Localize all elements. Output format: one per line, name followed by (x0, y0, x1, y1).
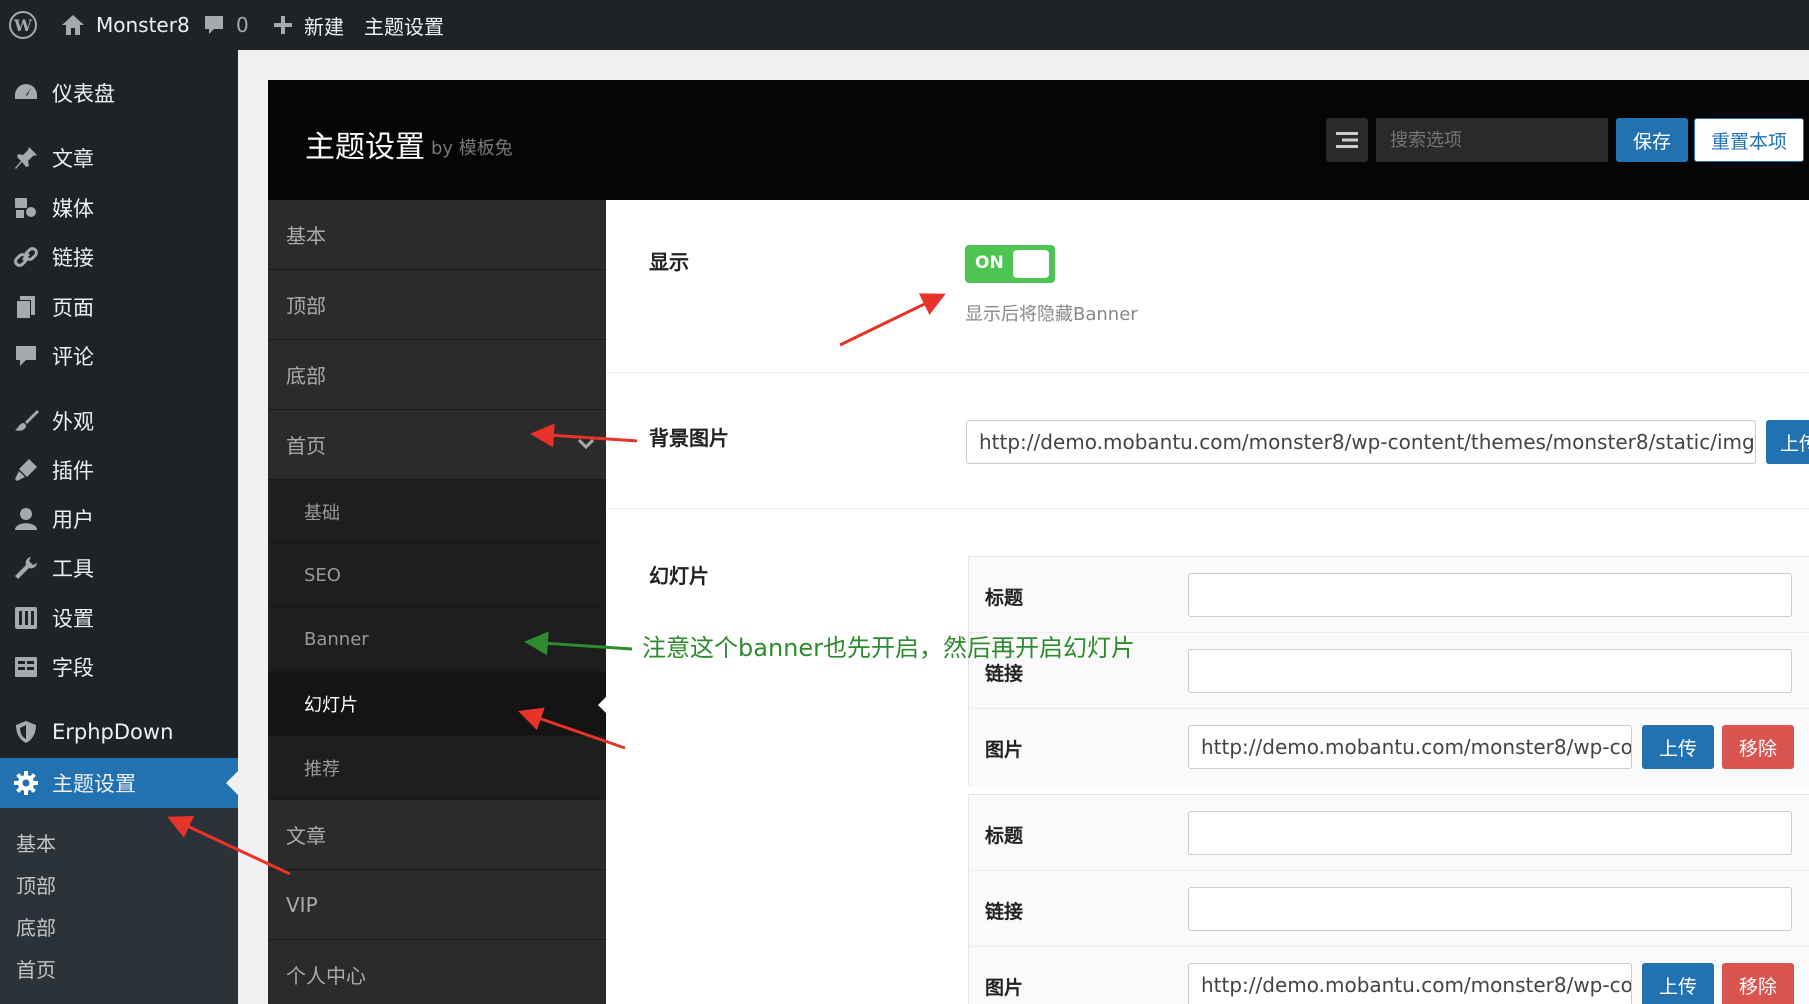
arrow-to-theme-settings (167, 816, 291, 876)
arrow-to-toggle (839, 293, 946, 347)
annotation-arrows (167, 293, 946, 876)
arrow-to-home-nav (530, 423, 638, 448)
arrow-to-slides-nav (518, 707, 626, 750)
screen: W Monster8 0 新建 主题设置 仪表盘 文章 媒体 链接 页面 评论 … (0, 0, 1809, 1004)
arrow-to-banner-nav (524, 631, 633, 656)
